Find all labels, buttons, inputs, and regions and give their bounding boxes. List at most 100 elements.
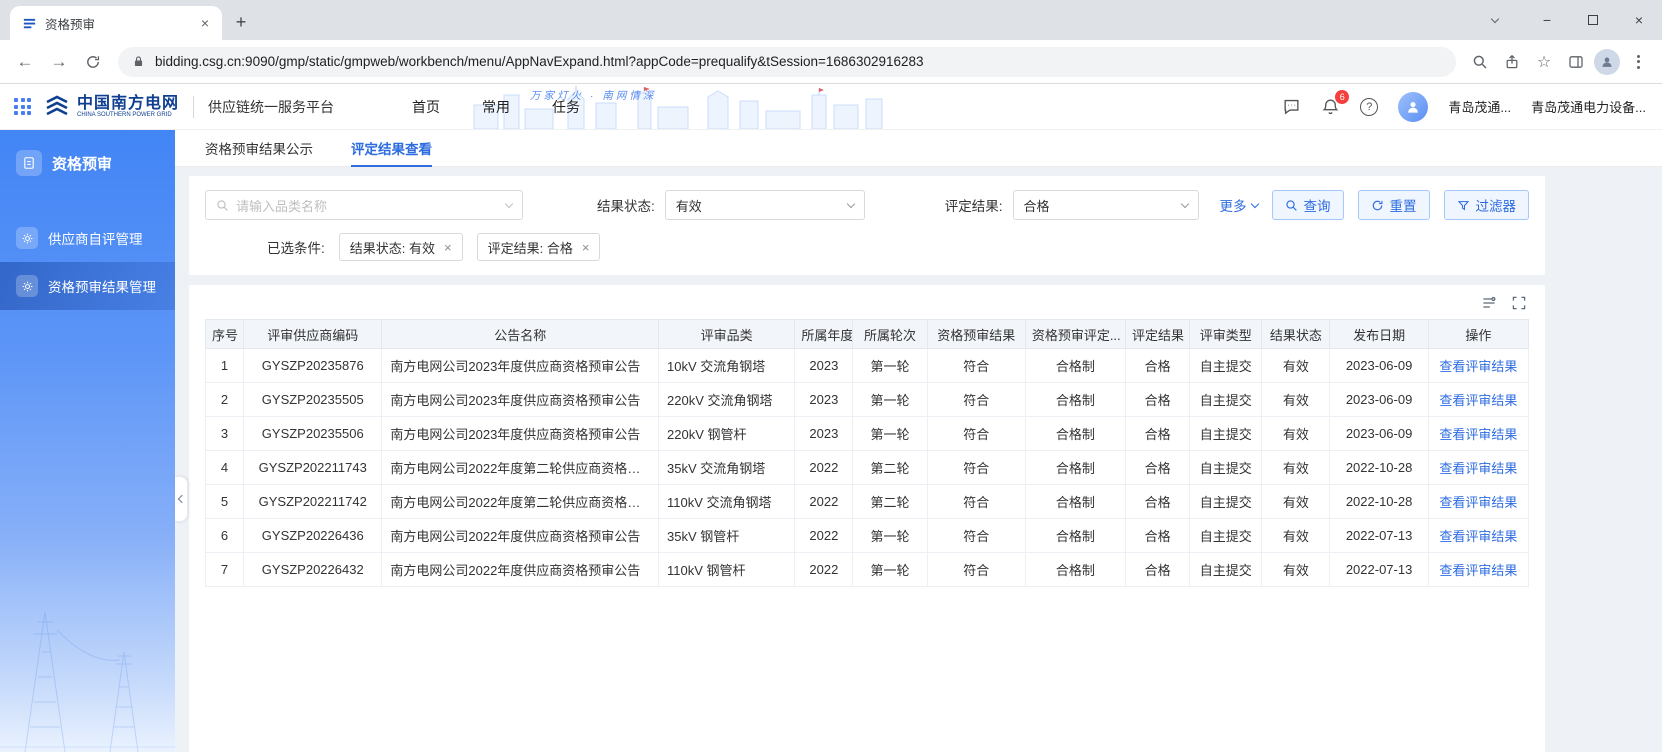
url-bar[interactable]: bidding.csg.cn:9090/gmp/static/gmpweb/wo…	[118, 46, 1456, 77]
cell-action: 查看评审结果	[1427, 552, 1530, 587]
cell-round: 第一轮	[852, 416, 928, 451]
tab-evaluation-results[interactable]: 评定结果查看	[351, 130, 432, 167]
browser-menu-icon[interactable]	[1624, 48, 1652, 76]
cell-year: 2022	[794, 450, 854, 485]
table-settings-icon[interactable]	[1481, 295, 1497, 311]
notification-bell-icon[interactable]: 6	[1321, 90, 1350, 116]
maximize-button[interactable]	[1570, 0, 1616, 40]
view-result-link[interactable]: 查看评审结果	[1439, 495, 1517, 510]
column-header: 公告名称	[381, 319, 660, 349]
user-name[interactable]: 青岛茂通...	[1448, 97, 1511, 116]
filter-panel: 请输入品类名称 结果状态: 有效 评定结果: 合格 更多 查询 重置 过滤器 已…	[189, 176, 1545, 275]
cell-prequalify-result: 符合	[926, 518, 1026, 553]
table-row: 7 GYSZP20226432 南方电网公司2022年度供应商资格预审公告 11…	[204, 552, 1530, 587]
main-content: 资格预审结果公示 评定结果查看 请输入品类名称 结果状态: 有效 评定结果: 合…	[175, 130, 1662, 752]
transmission-towers-art	[0, 611, 175, 752]
cell-review-type: 自主提交	[1189, 552, 1263, 587]
forward-button[interactable]: →	[44, 47, 74, 77]
nav-item-tasks[interactable]: 任务	[552, 97, 580, 117]
cell-eval-result: 合格	[1125, 348, 1191, 383]
results-table: 序号 评审供应商编码 公告名称 评审品类 所属年度 所属轮次 资格预审结果 资格…	[204, 319, 1530, 587]
cell-index: 1	[204, 348, 245, 383]
cell-prequalify-eval: 合格制	[1024, 416, 1127, 451]
view-result-link[interactable]: 查看评审结果	[1439, 461, 1517, 476]
result-status-select[interactable]: 有效	[664, 190, 865, 220]
chip-close-icon[interactable]: ×	[444, 240, 452, 255]
cell-result-status: 有效	[1261, 382, 1331, 417]
cell-supplier-code: GYSZP20226432	[243, 552, 383, 587]
filter-button[interactable]: 过滤器	[1443, 190, 1529, 220]
apps-grid-icon[interactable]	[14, 98, 31, 115]
zoom-icon[interactable]	[1466, 48, 1494, 76]
cell-index: 3	[204, 416, 245, 451]
sidebar-app-title[interactable]: 资格预审	[0, 130, 175, 190]
cell-prequalify-result: 符合	[926, 552, 1026, 587]
cell-year: 2023	[794, 382, 854, 417]
cell-supplier-code: GYSZP20235876	[243, 348, 383, 383]
notification-badge: 6	[1335, 90, 1350, 104]
filter-actions: 更多 查询 重置 过滤器	[1220, 190, 1529, 220]
cell-eval-result: 合格	[1125, 518, 1191, 553]
help-icon[interactable]: ?	[1360, 97, 1379, 116]
sidebar-item-self-evaluation[interactable]: 供应商自评管理	[0, 214, 175, 262]
reload-button[interactable]	[78, 47, 108, 77]
side-panel-icon[interactable]	[1562, 48, 1590, 76]
view-result-link[interactable]: 查看评审结果	[1439, 563, 1517, 578]
cell-category: 220kV 钢管杆	[658, 416, 796, 451]
user-avatar[interactable]	[1398, 91, 1429, 122]
sidebar: 资格预审 供应商自评管理 资格预审结果管理	[0, 130, 175, 752]
chat-icon[interactable]	[1282, 97, 1301, 116]
query-button[interactable]: 查询	[1271, 190, 1344, 220]
cell-index: 4	[204, 450, 245, 485]
browser-profile-avatar[interactable]	[1594, 48, 1620, 75]
view-result-link[interactable]: 查看评审结果	[1439, 359, 1517, 374]
cell-index: 5	[204, 484, 245, 519]
cell-category: 110kV 钢管杆	[658, 552, 796, 587]
cell-supplier-code: GYSZP20235506	[243, 416, 383, 451]
browser-chrome: 资格预审 × + − × ← → bidding.csg.cn:9090/gmp…	[0, 0, 1662, 84]
table-row: 3 GYSZP20235506 南方电网公司2023年度供应商资格预审公告 22…	[204, 416, 1530, 451]
nav-item-common[interactable]: 常用	[482, 97, 510, 117]
tab-prequalify-publicity[interactable]: 资格预审结果公示	[205, 130, 313, 166]
chip-label: 评定结果: 合格	[487, 240, 573, 256]
tab-search-chevron-icon[interactable]	[1490, 14, 1500, 23]
chevron-down-icon	[1180, 199, 1189, 208]
back-button[interactable]: ←	[10, 47, 40, 77]
bookmark-star-icon[interactable]: ☆	[1530, 48, 1558, 76]
minimize-button[interactable]: −	[1524, 0, 1570, 40]
gear-icon	[16, 227, 38, 249]
view-result-link[interactable]: 查看评审结果	[1439, 393, 1517, 408]
new-tab-button[interactable]: +	[226, 7, 256, 37]
cell-supplier-code: GYSZP202211742	[243, 484, 383, 519]
chevron-down-icon	[1250, 199, 1259, 208]
cell-publish-date: 2023-06-09	[1329, 416, 1429, 451]
eval-result-select[interactable]: 合格	[1012, 190, 1199, 220]
view-result-link[interactable]: 查看评审结果	[1439, 427, 1517, 442]
share-icon[interactable]	[1498, 48, 1526, 76]
cell-supplier-code: GYSZP20235505	[243, 382, 383, 417]
fullscreen-icon[interactable]	[1511, 295, 1527, 311]
reset-button[interactable]: 重置	[1357, 190, 1430, 220]
refresh-icon	[1372, 200, 1382, 210]
cell-category: 35kV 钢管杆	[658, 518, 796, 553]
header-right: 6 ? 青岛茂通... 青岛茂通电力设备...	[1282, 90, 1646, 122]
more-link[interactable]: 更多	[1220, 195, 1259, 215]
cell-index: 2	[204, 382, 245, 417]
condition-chip: 结果状态: 有效 ×	[338, 233, 463, 261]
eval-result-value: 合格	[1023, 198, 1050, 214]
view-result-link[interactable]: 查看评审结果	[1439, 529, 1517, 544]
cell-eval-result: 合格	[1125, 484, 1191, 519]
sidebar-item-prequalify-results[interactable]: 资格预审结果管理	[0, 262, 175, 310]
nav-item-home[interactable]: 首页	[412, 97, 440, 117]
cell-action: 查看评审结果	[1427, 348, 1530, 383]
tab-close-icon[interactable]: ×	[196, 14, 214, 32]
company-name[interactable]: 青岛茂通电力设备...	[1531, 97, 1646, 116]
sidebar-collapse-handle[interactable]	[175, 476, 188, 522]
browser-tab[interactable]: 资格预审 ×	[10, 6, 222, 40]
close-button[interactable]: ×	[1616, 0, 1662, 40]
category-search-combo[interactable]: 请输入品类名称	[205, 190, 523, 220]
chip-close-icon[interactable]: ×	[582, 240, 590, 255]
cell-review-type: 自主提交	[1189, 348, 1263, 383]
search-placeholder: 请输入品类名称	[236, 198, 328, 214]
result-status-label: 结果状态:	[597, 199, 655, 214]
